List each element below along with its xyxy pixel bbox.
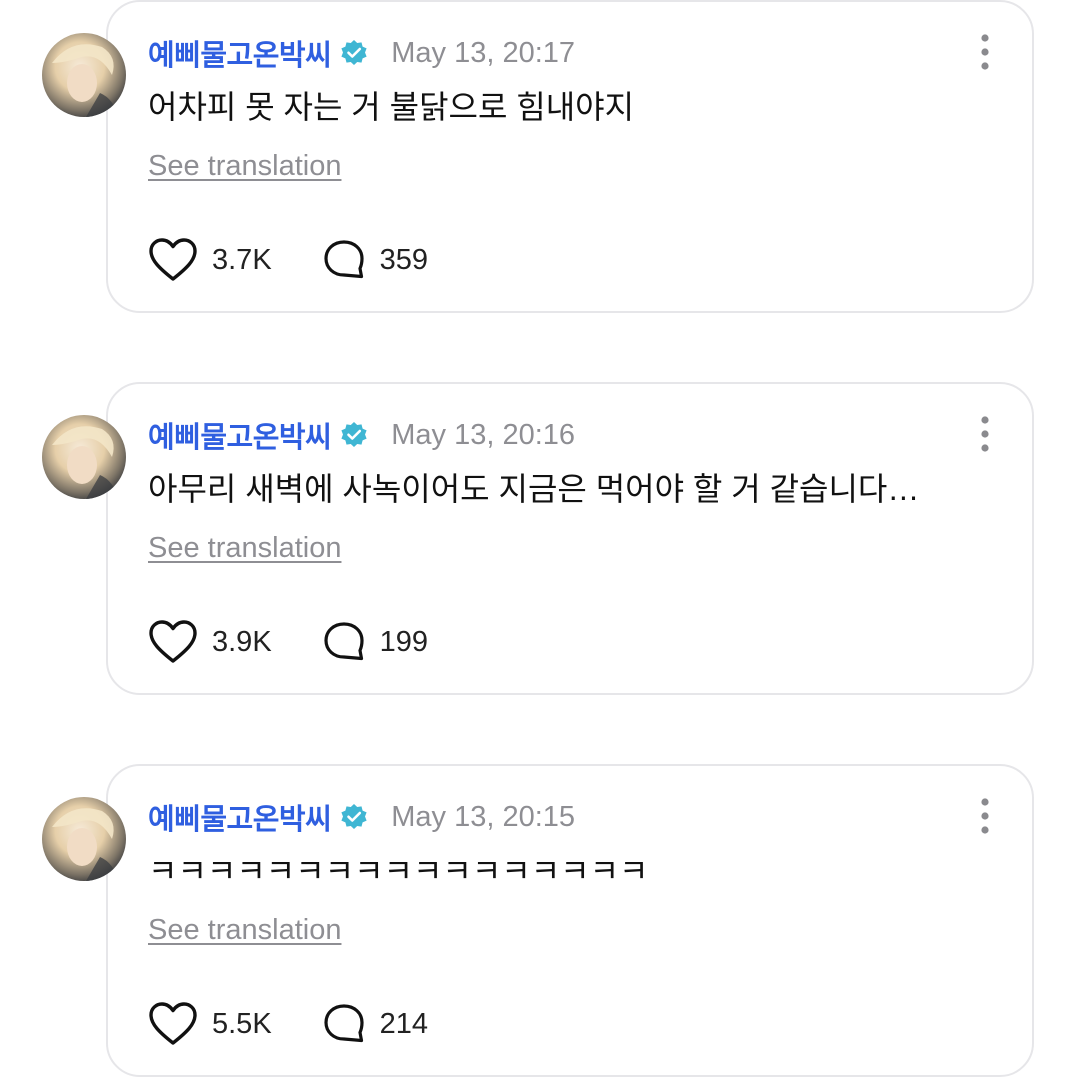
author-name[interactable]: 예삐물고온박씨 xyxy=(148,32,332,74)
see-translation-link[interactable]: See translation xyxy=(148,914,341,947)
reply-button[interactable]: 199 xyxy=(322,620,428,664)
speech-bubble-icon xyxy=(324,622,364,661)
avatar[interactable] xyxy=(42,415,126,499)
post-text: 어차피 못 자는 거 불닭으로 힘내야지 xyxy=(148,89,635,125)
post-actions: 5.5K 214 xyxy=(148,996,428,1052)
like-button[interactable]: 3.9K xyxy=(148,619,272,665)
heart-icon xyxy=(149,238,197,281)
reply-count: 199 xyxy=(379,625,429,658)
post-actions: 3.9K 199 xyxy=(148,614,428,670)
post-text: ㅋㅋㅋㅋㅋㅋㅋㅋㅋㅋㅋㅋㅋㅋㅋㅋㅋ xyxy=(148,853,649,889)
more-options-button[interactable] xyxy=(972,416,998,452)
more-vertical-icon xyxy=(981,34,989,70)
avatar[interactable] xyxy=(42,797,126,881)
reply-count: 359 xyxy=(379,243,429,276)
post-header: 예삐물고온박씨 May 13, 20:16 xyxy=(148,412,575,458)
post-header: 예삐물고온박씨 May 13, 20:15 xyxy=(148,794,575,840)
like-count: 3.7K xyxy=(212,243,272,276)
heart-icon xyxy=(149,1002,197,1045)
post-card: 예삐물고온박씨 May 13, 20:16 아무리 새벽에 사녹이어도 지금은 … xyxy=(0,382,1080,700)
author-name[interactable]: 예삐물고온박씨 xyxy=(148,414,332,456)
post-timestamp: May 13, 20:16 xyxy=(391,418,576,451)
like-count: 3.9K xyxy=(212,625,272,658)
heart-icon xyxy=(149,620,197,663)
more-options-button[interactable] xyxy=(972,798,998,834)
post-text: 아무리 새벽에 사녹이어도 지금은 먹어야 할 거 같습니다… xyxy=(148,471,920,507)
speech-bubble-icon xyxy=(324,240,364,279)
post-card: 예삐물고온박씨 May 13, 20:17 어차피 못 자는 거 불닭으로 힘내… xyxy=(0,0,1080,318)
verified-badge-icon xyxy=(339,420,369,450)
post-feed: 예삐물고온박씨 May 13, 20:17 어차피 못 자는 거 불닭으로 힘내… xyxy=(0,0,1080,1080)
post-actions: 3.7K 359 xyxy=(148,232,428,288)
like-button[interactable]: 5.5K xyxy=(148,1001,272,1047)
verified-badge-icon xyxy=(339,802,369,832)
more-vertical-icon xyxy=(981,798,989,834)
author-name[interactable]: 예삐물고온박씨 xyxy=(148,796,332,838)
reply-button[interactable]: 359 xyxy=(322,238,428,282)
post-header: 예삐물고온박씨 May 13, 20:17 xyxy=(148,30,575,76)
avatar[interactable] xyxy=(42,33,126,117)
post-timestamp: May 13, 20:15 xyxy=(391,800,576,833)
like-count: 5.5K xyxy=(212,1007,272,1040)
reply-button[interactable]: 214 xyxy=(322,1002,428,1046)
see-translation-link[interactable]: See translation xyxy=(148,532,341,565)
verified-badge-icon xyxy=(339,38,369,68)
more-options-button[interactable] xyxy=(972,34,998,70)
post-card: 예삐물고온박씨 May 13, 20:15 ㅋㅋㅋㅋㅋㅋㅋㅋㅋㅋㅋㅋㅋㅋㅋㅋㅋ … xyxy=(0,764,1080,1080)
reply-count: 214 xyxy=(379,1007,429,1040)
like-button[interactable]: 3.7K xyxy=(148,237,272,283)
speech-bubble-icon xyxy=(324,1004,364,1043)
post-timestamp: May 13, 20:17 xyxy=(391,36,576,69)
more-vertical-icon xyxy=(981,416,989,452)
see-translation-link[interactable]: See translation xyxy=(148,150,341,183)
